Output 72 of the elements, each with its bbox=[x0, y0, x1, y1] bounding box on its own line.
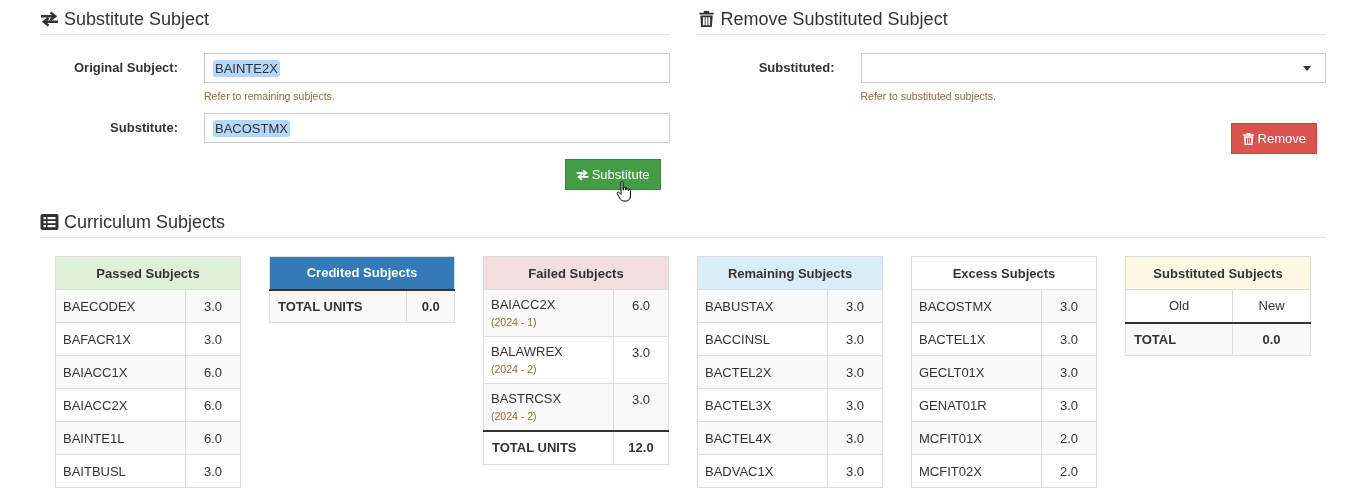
swap-arrows-icon bbox=[575, 168, 589, 181]
subject-cell: BACTEL2X bbox=[697, 355, 828, 389]
table-header: Credited Subjects bbox=[269, 256, 455, 290]
field-label: Substitute: bbox=[109, 119, 179, 137]
units-cell: 2.0 bbox=[1041, 421, 1097, 455]
subject-cell: BACTEL4X bbox=[697, 421, 828, 455]
units-cell: 6.0 bbox=[185, 421, 241, 455]
units-cell: 6.0 bbox=[185, 388, 241, 422]
total-value: 0.0 bbox=[1232, 322, 1311, 356]
units-cell: 6.0 bbox=[613, 289, 669, 337]
subject-cell: BAITBUSL bbox=[55, 454, 186, 488]
units-cell: 3.0 bbox=[1041, 388, 1097, 422]
subject-cell: BAIACC1X bbox=[55, 355, 186, 389]
units-cell: 3.0 bbox=[613, 336, 669, 384]
units-cell: 3.0 bbox=[827, 322, 883, 356]
subject-input-field[interactable]: BACOSTMX bbox=[204, 113, 670, 143]
units-cell: 3.0 bbox=[1041, 289, 1097, 323]
units-cell: 3.0 bbox=[185, 454, 241, 488]
table-header: Failed Subjects bbox=[483, 256, 669, 290]
subject-cell: BAIACC2X bbox=[55, 388, 186, 422]
total-label: TOTAL bbox=[1125, 322, 1233, 356]
table-header: Excess Subjects bbox=[911, 256, 1097, 290]
total-value: 0.0 bbox=[407, 289, 455, 323]
column-header: Old bbox=[1125, 289, 1233, 323]
section-title: Curriculum Subjects bbox=[64, 212, 226, 232]
subject-cell: BAFACR1X bbox=[55, 322, 186, 356]
subject-cell: BAIACC2X (2024 - 1) bbox=[483, 289, 614, 337]
units-cell: 3.0 bbox=[1041, 322, 1097, 356]
subject-cell: GECLT01X bbox=[911, 355, 1042, 389]
subject-cell: BACCINSL bbox=[697, 322, 828, 356]
units-cell: 3.0 bbox=[185, 289, 241, 323]
units-cell: 6.0 bbox=[185, 355, 241, 389]
field-label: Original Subject: bbox=[73, 59, 179, 77]
total-label: TOTAL UNITS bbox=[483, 431, 614, 464]
hand-cursor-icon bbox=[615, 180, 632, 202]
total-value: 12.0 bbox=[613, 431, 669, 464]
help-text: Refer to substituted subjects. bbox=[860, 89, 996, 103]
list-icon bbox=[40, 214, 59, 230]
help-text: Refer to remaining subjects. bbox=[204, 89, 335, 103]
units-cell: 3.0 bbox=[827, 421, 883, 455]
subject-cell: BAINTE1L bbox=[55, 421, 186, 455]
subject-cell: GENAT01R bbox=[911, 388, 1042, 422]
field-label: Substituted: bbox=[757, 59, 836, 77]
trash-icon bbox=[696, 11, 716, 27]
subject-cell: MCFIT01X bbox=[911, 421, 1042, 455]
section-title: Substitute Subject bbox=[64, 9, 210, 29]
table-header: Remaining Subjects bbox=[697, 256, 883, 290]
subject-cell: BASTRCSX (2024 - 2) bbox=[483, 383, 614, 431]
subject-cell: BADVAC1X bbox=[697, 454, 828, 488]
table-header: Substituted Subjects bbox=[1125, 256, 1311, 290]
units-cell: 3.0 bbox=[827, 289, 883, 323]
units-cell: 3.0 bbox=[185, 322, 241, 356]
units-cell: 3.0 bbox=[1041, 355, 1097, 389]
units-cell: 2.0 bbox=[1041, 454, 1097, 488]
swap-arrows-icon bbox=[40, 11, 59, 27]
subject-cell: BACTEL1X bbox=[911, 322, 1042, 356]
total-label: TOTAL UNITS bbox=[269, 289, 407, 323]
units-cell: 3.0 bbox=[827, 355, 883, 389]
units-cell: 3.0 bbox=[827, 454, 883, 488]
subject-cell: MCFIT02X bbox=[911, 454, 1042, 488]
table-header: Passed Subjects bbox=[55, 256, 241, 290]
subject-cell: BACOSTMX bbox=[911, 289, 1042, 323]
trash-icon bbox=[1241, 132, 1255, 145]
subject-cell: BABUSTAX bbox=[697, 289, 828, 323]
units-cell: 3.0 bbox=[827, 388, 883, 422]
section-title: Remove Substituted Subject bbox=[720, 9, 948, 29]
subject-cell: BAECODEX bbox=[55, 289, 186, 323]
subject-dropdown[interactable] bbox=[860, 53, 1326, 83]
remove-button[interactable]: Remove bbox=[1230, 123, 1317, 154]
subject-cell: BALAWREX (2024 - 2) bbox=[483, 336, 614, 384]
subject-input-field[interactable]: BAINTE2X bbox=[204, 53, 670, 83]
subject-cell: BACTEL3X bbox=[697, 388, 828, 422]
